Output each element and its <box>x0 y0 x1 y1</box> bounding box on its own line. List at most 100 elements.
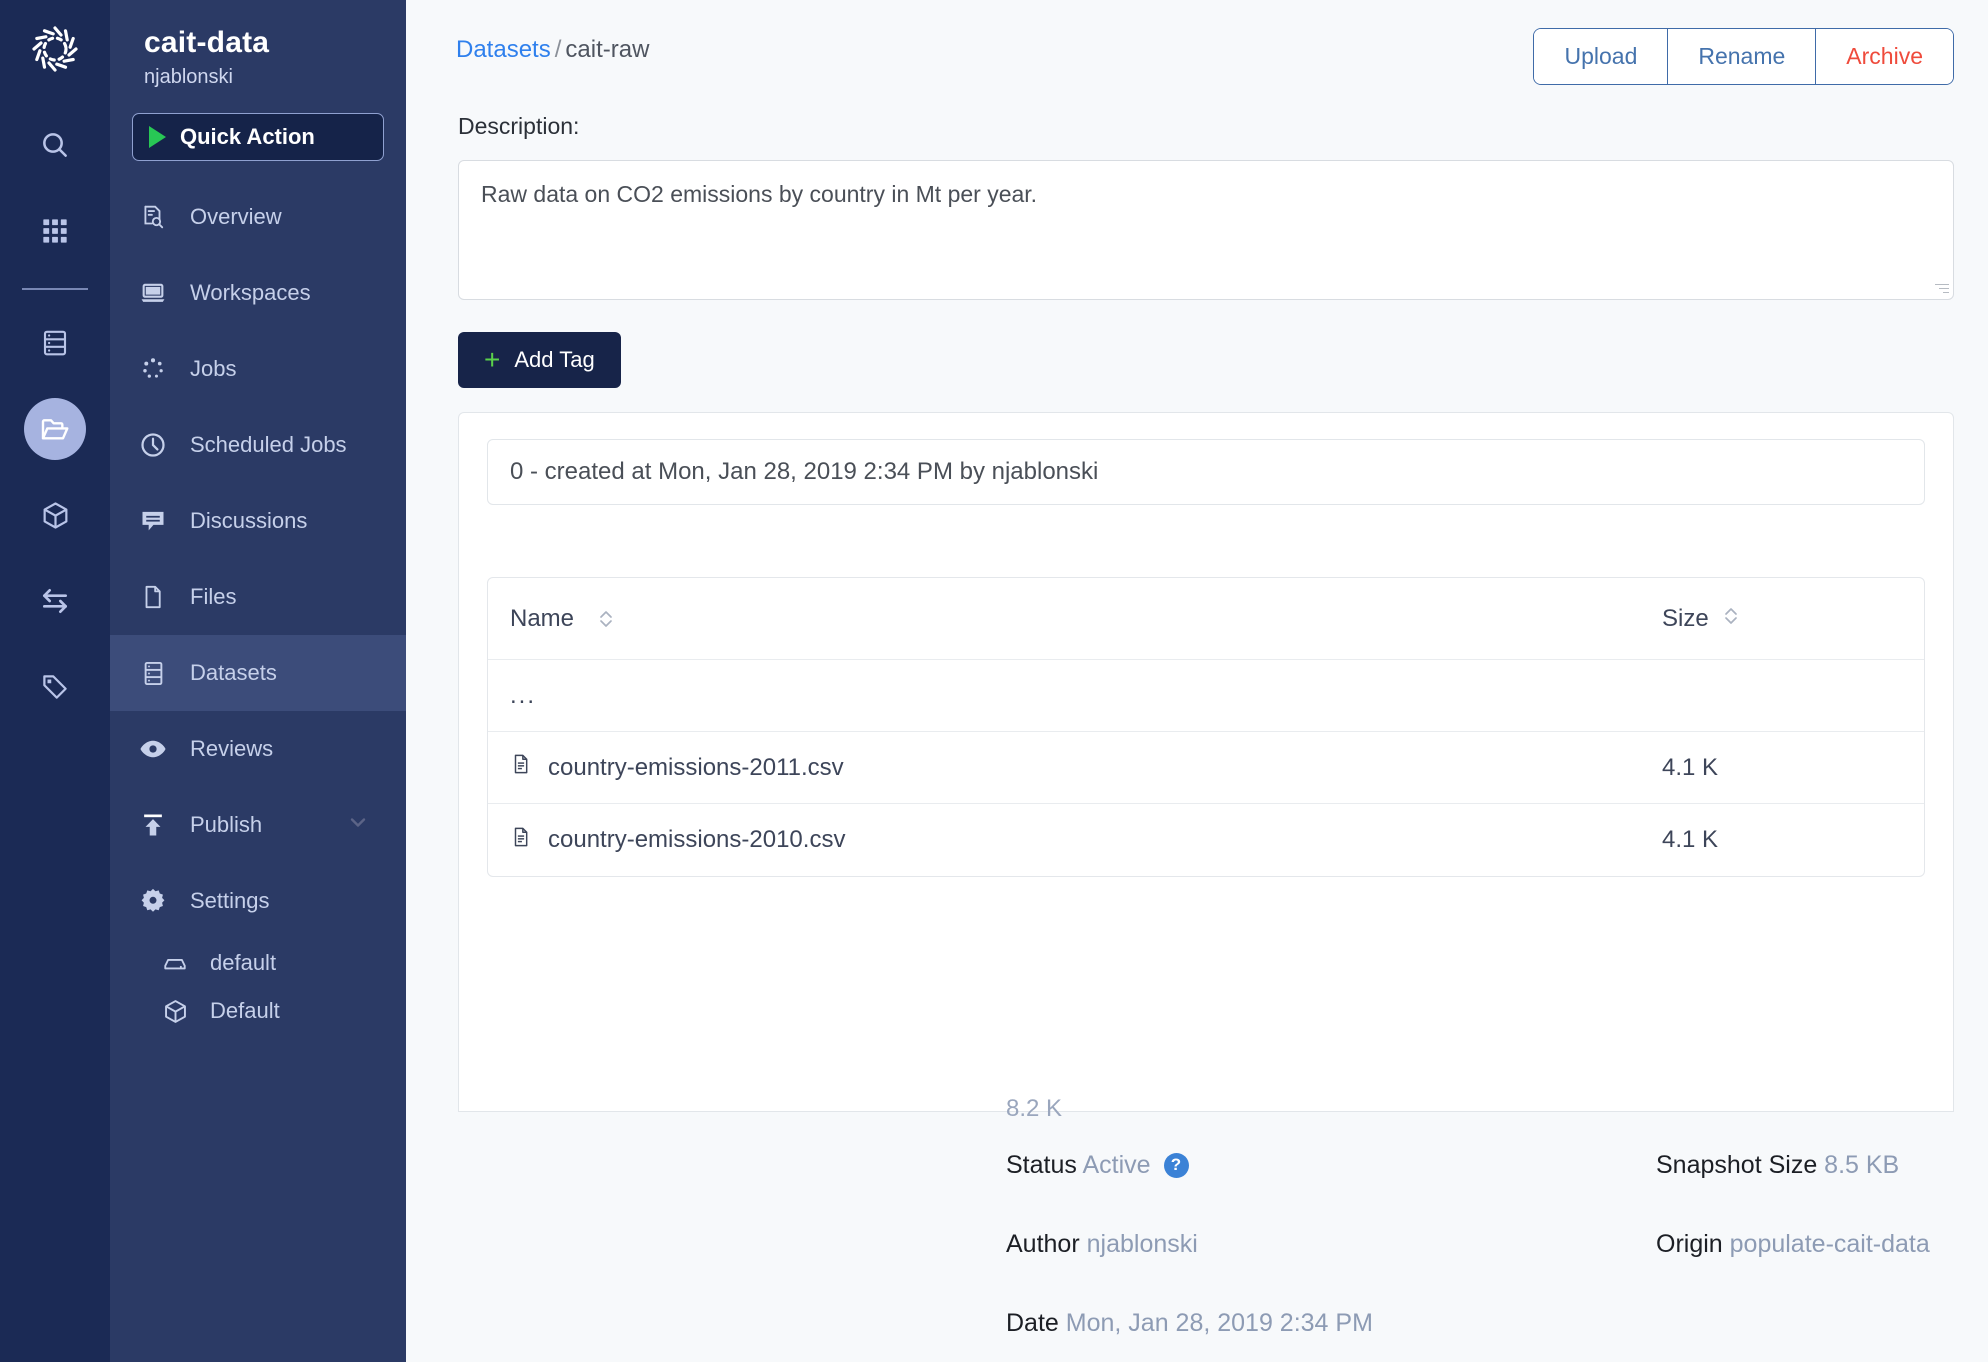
snapshot-version-select[interactable]: 0 - created at Mon, Jan 28, 2019 2:34 PM… <box>487 439 1925 505</box>
laptop-icon <box>138 279 168 307</box>
file-name: country-emissions-2010.csv <box>548 826 846 853</box>
folder-open-icon[interactable] <box>24 398 86 460</box>
file-table: Name Size ... country-emissions-2011.csv… <box>487 577 1925 877</box>
sidebar-item-label: Settings <box>190 888 270 913</box>
sort-toggle-icon[interactable] <box>598 609 614 629</box>
table-row[interactable]: country-emissions-2011.csv 4.1 K <box>488 732 1924 804</box>
archive-button[interactable]: Archive <box>1815 29 1953 84</box>
sidebar-item-reviews[interactable]: Reviews <box>110 711 406 787</box>
sidebar-item-overview[interactable]: Overview <box>110 179 406 255</box>
snapshot-card: 0 - created at Mon, Jan 28, 2019 2:34 PM… <box>458 412 1954 1112</box>
csv-file-icon <box>510 824 532 857</box>
add-tag-button[interactable]: + Add Tag <box>458 332 621 388</box>
sidebar-item-label: Scheduled Jobs <box>190 432 347 457</box>
apps-grid-icon[interactable] <box>24 200 86 262</box>
quick-action-button[interactable]: Quick Action <box>132 113 384 161</box>
help-icon[interactable]: ? <box>1163 1152 1189 1178</box>
transfer-arrows-icon[interactable] <box>24 570 86 632</box>
date-value: Mon, Jan 28, 2019 2:34 PM <box>1065 1309 1373 1337</box>
author-label: Author <box>1006 1230 1080 1258</box>
origin-label: Origin <box>1656 1230 1723 1258</box>
sidebar-item-label: Workspaces <box>190 280 311 305</box>
description-value: Raw data on CO2 emissions by country in … <box>481 181 1038 207</box>
sidebar-item-publish[interactable]: Publish <box>110 787 406 863</box>
column-header-name[interactable]: Name <box>510 605 1662 633</box>
file-link[interactable]: country-emissions-2010.csv <box>510 824 1662 857</box>
hard-drive-icon <box>160 950 190 976</box>
sidebar-item-label: Publish <box>190 812 263 837</box>
sidebar-item-datasets[interactable]: Datasets <box>110 635 406 711</box>
cube-icon[interactable] <box>24 484 86 546</box>
sidebar-item-files[interactable]: Files <box>110 559 406 635</box>
datasets-icon <box>138 660 168 687</box>
sidebar-subitem-default-hardware[interactable]: default <box>110 939 406 987</box>
status-field: Status Active ? <box>1006 1135 1656 1196</box>
resize-handle-icon[interactable] <box>1935 281 1949 295</box>
sidebar-subitem-default-environment[interactable]: Default <box>110 987 406 1035</box>
rail-divider <box>22 288 88 290</box>
total-size: 8.2 K <box>1006 1095 1063 1122</box>
sidebar-item-discussions[interactable]: Discussions <box>110 483 406 559</box>
breadcrumb-current: cait-raw <box>565 36 650 63</box>
publish-upload-icon <box>138 811 168 839</box>
chevron-down-icon[interactable] <box>346 810 370 840</box>
file-size: 4.1 K <box>1662 753 1719 781</box>
play-icon <box>149 126 166 148</box>
project-sidebar: cait-data njablonski Quick Action Overvi… <box>110 0 406 1362</box>
breadcrumb-separator: / <box>554 36 562 63</box>
file-name: country-emissions-2011.csv <box>548 753 844 781</box>
search-icon[interactable] <box>24 114 86 176</box>
sort-toggle-icon[interactable] <box>1723 606 1739 626</box>
parent-directory-link[interactable]: ... <box>510 682 1662 710</box>
tag-icon[interactable] <box>24 656 86 718</box>
upload-button[interactable]: Upload <box>1534 29 1668 84</box>
breadcrumb-datasets-link[interactable]: Datasets <box>456 36 551 63</box>
project-owner: njablonski <box>144 66 233 88</box>
rename-button[interactable]: Rename <box>1667 29 1816 84</box>
author-field: Author njablonski <box>1006 1214 1656 1275</box>
sidebar-item-scheduled-jobs[interactable]: Scheduled Jobs <box>110 407 406 483</box>
sidebar-item-label: Files <box>190 584 237 609</box>
file-link[interactable]: country-emissions-2011.csv <box>510 751 1662 784</box>
sidebar-item-label: Discussions <box>190 508 308 533</box>
gear-icon <box>138 887 168 915</box>
sidebar-item-label: Overview <box>190 204 282 229</box>
snapshot-size-label: Snapshot Size <box>1656 1151 1818 1179</box>
meta-empty-cell <box>1656 1293 1948 1354</box>
date-label: Date <box>1006 1309 1059 1337</box>
origin-value[interactable]: populate-cait-data <box>1730 1230 1930 1258</box>
sidebar-item-settings[interactable]: Settings <box>110 863 406 939</box>
sidebar-item-label: Reviews <box>190 736 274 761</box>
description-textarea[interactable]: Raw data on CO2 emissions by country in … <box>458 160 1954 300</box>
sidebar-nav: Overview Workspaces Jobs Scheduled Jobs … <box>110 179 406 1035</box>
column-header-size[interactable]: Size <box>1662 605 1902 633</box>
file-icon <box>138 584 168 610</box>
sidebar-item-workspaces[interactable]: Workspaces <box>110 255 406 331</box>
top-bar: Datasets / cait-raw Upload Rename Archive <box>406 0 1988 85</box>
table-row[interactable]: country-emissions-2010.csv 4.1 K <box>488 804 1924 876</box>
app-root: cait-data njablonski Quick Action Overvi… <box>0 0 1988 1362</box>
status-badge: Active <box>1082 1151 1151 1179</box>
chat-icon <box>138 507 168 535</box>
table-row[interactable]: ... <box>488 660 1924 732</box>
clock-icon <box>138 431 168 459</box>
description-label: Description: <box>458 113 580 139</box>
column-header-name-label: Name <box>510 604 575 632</box>
cube-icon <box>160 998 190 1025</box>
eye-icon <box>138 734 168 764</box>
snapshot-size-value: 8.5 KB <box>1824 1151 1900 1179</box>
sidebar-subitem-label: Default <box>210 998 280 1023</box>
spinner-icon <box>138 356 168 382</box>
status-label: Status <box>1006 1151 1077 1179</box>
icon-rail <box>0 0 110 1362</box>
origin-field: Origin populate-cait-data <box>1656 1214 1948 1275</box>
snapshot-version-label: 0 - created at Mon, Jan 28, 2019 2:34 PM… <box>510 458 1099 485</box>
author-value: njablonski <box>1086 1230 1198 1258</box>
dataset-metadata: Status Active ? Snapshot Size 8.5 KB Aut… <box>1006 1135 1948 1354</box>
sidebar-item-jobs[interactable]: Jobs <box>110 331 406 407</box>
file-size: 4.1 K <box>1662 826 1719 853</box>
sidebar-item-label: Jobs <box>190 356 237 381</box>
sidebar-subitem-label: default <box>210 950 277 975</box>
database-icon[interactable] <box>24 312 86 374</box>
aperture-logo-icon[interactable] <box>24 18 86 80</box>
